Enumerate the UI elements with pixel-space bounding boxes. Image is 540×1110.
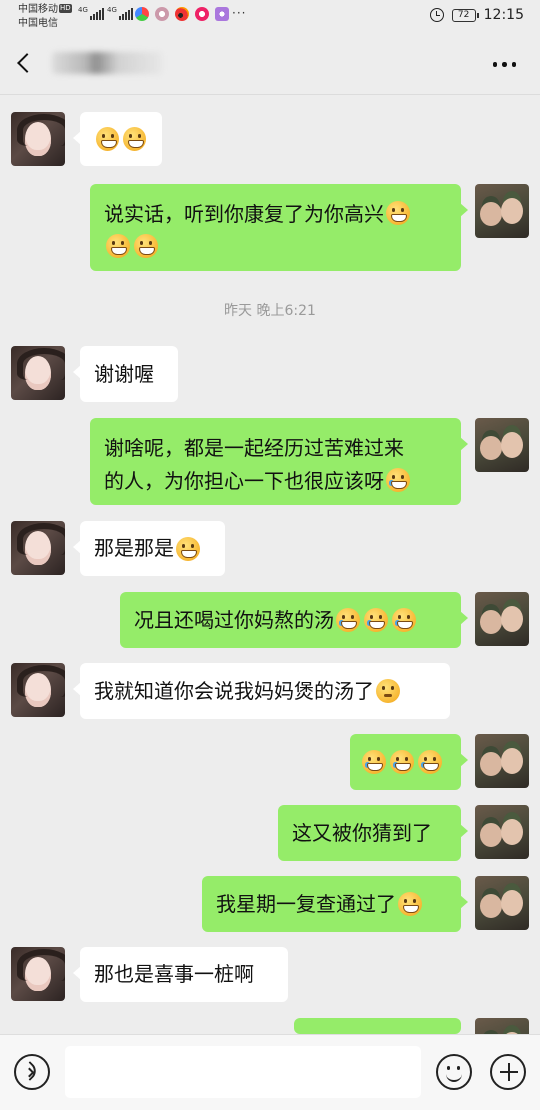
avatar[interactable]: [475, 418, 529, 472]
app-icon: [135, 7, 149, 21]
avatar[interactable]: [475, 876, 529, 930]
message-bubble-incoming[interactable]: 那是那是: [73, 521, 225, 576]
notification-icons: [135, 7, 229, 21]
more-dots-icon[interactable]: [492, 62, 516, 67]
message-text: 况且还喝过你妈熬的汤: [134, 607, 334, 632]
avatar[interactable]: [11, 346, 65, 400]
voice-icon[interactable]: [14, 1054, 50, 1090]
message-input[interactable]: [65, 1046, 421, 1098]
message-bubble-incoming[interactable]: 我就知道你会说我妈妈煲的汤了: [73, 663, 450, 719]
app-icon: [155, 7, 169, 21]
chevron-left-icon[interactable]: [17, 53, 37, 73]
message-bubble-outgoing[interactable]: [294, 1018, 468, 1051]
signal-icon: 4G: [107, 6, 133, 20]
carrier-info: 中国移动 HD 中国电信: [18, 3, 72, 31]
alarm-icon: [429, 8, 444, 22]
message-text: 谢谢喔: [94, 361, 154, 386]
cry-laugh-emoji: [336, 608, 360, 632]
message-bubble-incoming[interactable]: [73, 112, 162, 166]
cry-laugh-emoji: [364, 608, 388, 632]
cry-laugh-emoji: [362, 750, 386, 774]
message-text: 我就知道你会说我妈妈煲的汤了: [94, 678, 374, 703]
avatar[interactable]: [475, 592, 529, 646]
contact-name: [52, 52, 162, 74]
message-bubble-outgoing[interactable]: 谢啥呢，都是一起经历过苦难过来 的人，为你担心一下也很应该呀: [90, 418, 468, 505]
avatar[interactable]: [11, 112, 65, 166]
avatar[interactable]: [475, 805, 529, 859]
weibo-icon: [175, 7, 189, 21]
input-bar: [0, 1034, 540, 1110]
grimace-emoji: [176, 536, 200, 561]
message-bubble-outgoing[interactable]: [350, 734, 468, 790]
grin-emoji: [134, 234, 158, 258]
message-bubble-incoming[interactable]: 那也是喜事一桩啊: [73, 947, 288, 1002]
grin-emoji: [123, 127, 146, 151]
message-text: 的人，为你担心一下也很应该呀: [104, 469, 384, 493]
grin-emoji: [96, 127, 119, 151]
carrier-2: 中国电信: [18, 18, 58, 29]
signal-icon: 4G: [78, 6, 104, 20]
carrier-1: 中国移动: [18, 4, 58, 15]
message-bubble-outgoing[interactable]: 说实话，听到你康复了为你高兴: [90, 184, 468, 271]
message-text: 说实话，听到你康复了为你高兴: [104, 202, 384, 226]
cry-laugh-emoji: [386, 468, 410, 492]
avatar[interactable]: [475, 184, 529, 238]
message-timestamp: 昨天 晚上6:21: [224, 303, 316, 319]
cry-laugh-emoji: [390, 750, 414, 774]
message-text: 那是那是: [94, 536, 174, 560]
grin-emoji: [386, 201, 410, 225]
cry-laugh-emoji: [418, 750, 442, 774]
grin-emoji: [106, 234, 130, 258]
app-icon: [195, 7, 209, 21]
app-icon: [215, 7, 229, 21]
status-bar: 中国移动 HD 中国电信 4G 4G ··· 72 12:15: [0, 0, 540, 38]
header-divider: [0, 94, 540, 95]
message-bubble-outgoing[interactable]: 这又被你猜到了: [278, 805, 468, 861]
cry-laugh-emoji: [392, 608, 416, 632]
hd-badge: HD: [59, 4, 72, 13]
avatar[interactable]: [11, 947, 65, 1001]
message-text: 谢啥呢，都是一起经历过苦难过来: [104, 436, 404, 460]
clock: 12:15: [483, 7, 524, 23]
message-text: 这又被你猜到了: [292, 820, 432, 845]
avatar[interactable]: [11, 521, 65, 575]
message-bubble-incoming[interactable]: 谢谢喔: [73, 346, 178, 402]
message-bubble-outgoing[interactable]: 我星期一复查通过了: [202, 876, 468, 932]
avatar[interactable]: [11, 663, 65, 717]
message-text: 我星期一复查通过了: [216, 891, 396, 916]
battery-icon: 72: [451, 8, 479, 22]
thinking-emoji: [376, 679, 400, 703]
chat-header: [0, 38, 540, 94]
message-text: 那也是喜事一桩啊: [94, 962, 254, 986]
plus-icon[interactable]: [490, 1054, 526, 1090]
emoji-icon[interactable]: [436, 1054, 472, 1090]
avatar[interactable]: [475, 734, 529, 788]
smirk-emoji: [398, 892, 422, 916]
overflow-indicator: ···: [232, 6, 247, 20]
message-bubble-outgoing[interactable]: 况且还喝过你妈熬的汤: [120, 592, 468, 648]
